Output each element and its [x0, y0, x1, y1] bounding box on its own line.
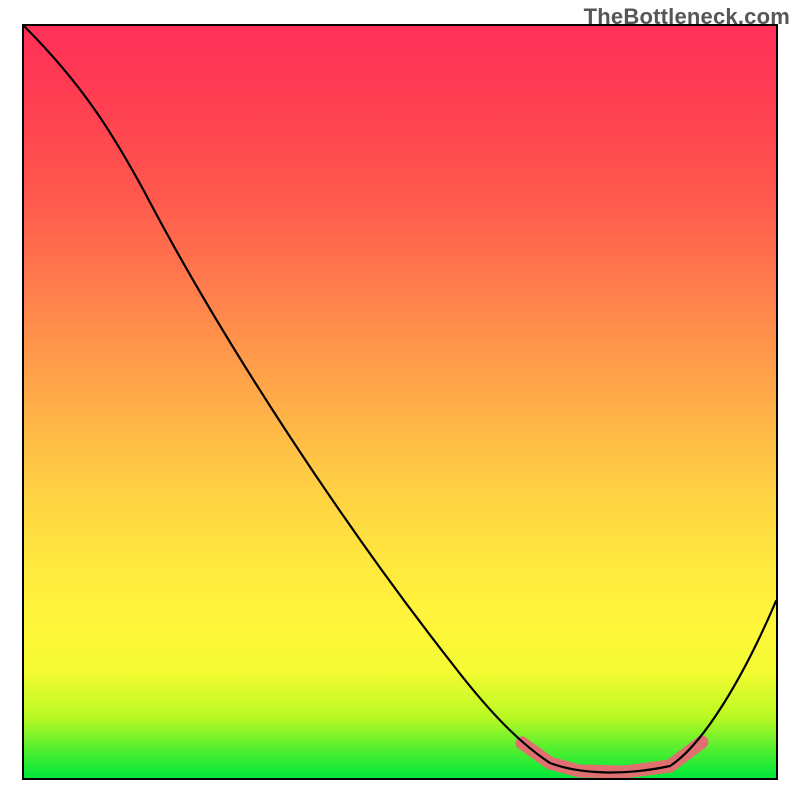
chart-plot-area — [22, 24, 778, 780]
main-curve — [24, 26, 776, 772]
bottleneck-curve-svg — [24, 26, 776, 778]
highlight-segment — [522, 742, 702, 772]
